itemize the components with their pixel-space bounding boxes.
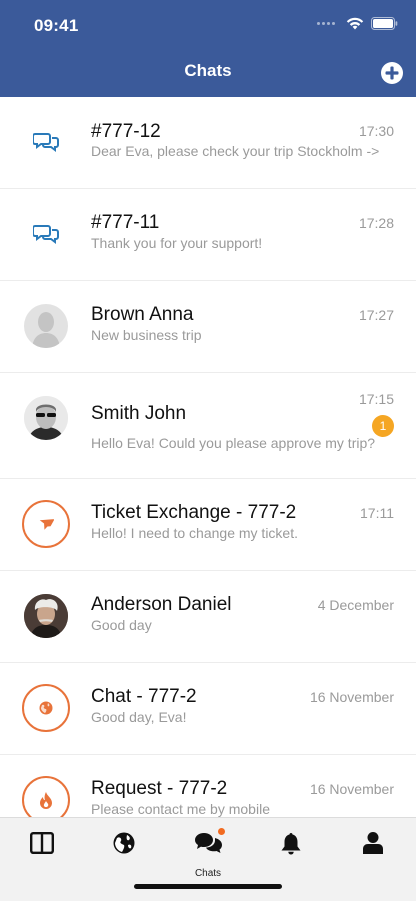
chat-avatar	[22, 500, 70, 548]
chat-time: 17:30	[358, 123, 394, 139]
chat-name: #777-11	[91, 212, 160, 233]
chat-row[interactable]: Smith John Hello Eva! Could you please a…	[0, 373, 416, 479]
chat-row[interactable]: Brown Anna New business trip 17:27	[0, 281, 416, 373]
chat-message: Good day, Eva!	[91, 709, 187, 725]
airplane-icon	[39, 519, 54, 530]
chat-message: Please contact me by mobile	[91, 801, 270, 817]
page-title: Chats	[184, 61, 232, 80]
bell-icon	[281, 833, 301, 855]
chat-row[interactable]: #777-11 Thank you for your support! 17:2…	[0, 189, 416, 281]
chat-message: New business trip	[91, 327, 202, 343]
chat-message: Good day	[91, 617, 152, 633]
chat-time: 16 November	[309, 689, 394, 705]
chat-name: #777-12	[91, 121, 161, 142]
notification-dot	[218, 828, 225, 835]
chat-time: 4 December	[317, 597, 394, 613]
chat-name: Request - 777-2	[91, 778, 228, 799]
unread-badge: 1	[372, 415, 394, 437]
home-indicator	[134, 884, 282, 889]
chat-avatar	[24, 120, 68, 164]
chat-bubbles-icon	[33, 133, 59, 152]
chat-time: 16 November	[309, 781, 394, 797]
wifi-icon	[346, 17, 364, 30]
tab-chats[interactable]	[188, 828, 228, 862]
chat-row[interactable]: Request - 777-2 Please contact me by mob…	[0, 755, 416, 817]
chat-bubbles-icon	[33, 225, 59, 244]
user-photo	[24, 396, 68, 440]
status-icons	[317, 17, 398, 30]
chat-name: Ticket Exchange - 777-2	[91, 502, 297, 523]
chat-name: Chat - 777-2	[91, 686, 197, 707]
tab-profile[interactable]	[353, 832, 393, 862]
chat-name: Brown Anna	[91, 304, 194, 325]
chat-message: Dear Eva, please check your trip Stockho…	[91, 143, 380, 159]
nav-header: 09:41 Chats	[0, 0, 416, 97]
globe-icon	[113, 832, 135, 854]
chat-row[interactable]: Chat - 777-2 Good day, Eva! 16 November	[0, 663, 416, 755]
person-placeholder-avatar	[24, 304, 68, 348]
fire-icon	[40, 791, 52, 809]
user-photo-avatar	[24, 594, 68, 638]
status-time: 09:41	[34, 16, 79, 35]
tab-travel[interactable]	[104, 832, 144, 862]
chat-message: Thank you for your support!	[91, 235, 263, 251]
chat-row[interactable]: #777-12 Dear Eva, please check your trip…	[0, 97, 416, 189]
chat-avatar	[22, 684, 70, 732]
chat-list[interactable]: #777-12 Dear Eva, please check your trip…	[0, 97, 416, 817]
chat-row[interactable]: Ticket Exchange - 777-2 Hello! I need to…	[0, 479, 416, 571]
chat-time: 17:27	[358, 307, 394, 323]
dashboard-icon	[30, 832, 54, 854]
add-chat-button[interactable]	[381, 62, 403, 84]
chat-time: 17:15	[358, 391, 394, 407]
chat-avatar	[22, 776, 70, 817]
chat-avatar	[24, 212, 68, 256]
chat-message: Hello Eva! Could you please approve my t…	[91, 435, 376, 451]
chat-name: Anderson Daniel	[91, 594, 232, 615]
globe-icon	[39, 701, 53, 715]
tab-dashboard[interactable]	[22, 832, 62, 862]
chat-message: Hello! I need to change my ticket.	[91, 525, 298, 541]
profile-icon	[363, 832, 383, 854]
battery-icon	[371, 17, 398, 30]
chat-time: 17:28	[358, 215, 394, 231]
chat-row[interactable]: Anderson Daniel Good day 4 December	[0, 571, 416, 663]
chat-time: 17:11	[360, 505, 394, 521]
tab-label-chats: Chats	[194, 868, 222, 879]
chat-name: Smith John	[91, 403, 187, 424]
user-photo-avatar	[24, 396, 68, 440]
person-placeholder-icon	[32, 312, 60, 348]
chats-icon	[194, 833, 222, 853]
user-photo	[24, 594, 68, 638]
signal-icon	[317, 22, 335, 25]
tab-notifications[interactable]	[271, 832, 311, 862]
